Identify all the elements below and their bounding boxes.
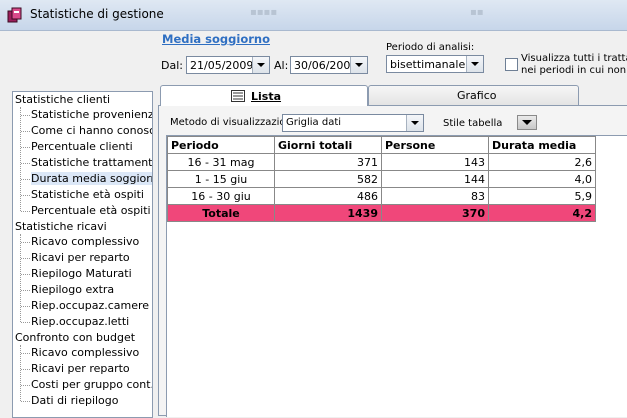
ghost-menu-icon: ▪▪▪▪ <box>250 7 278 18</box>
tree-item-riepilogo-extra[interactable]: Riepilogo extra <box>31 283 114 296</box>
cell-durata: 2,6 <box>488 153 596 171</box>
periodo-select[interactable]: bisettimanale <box>386 55 484 73</box>
table-row[interactable]: 16 - 30 giu 486 83 5,9 <box>167 187 596 205</box>
method-value: Griglia dati <box>286 117 342 128</box>
tree-line <box>21 131 30 132</box>
tree-item-provenienza[interactable]: Statistiche provenienza <box>31 108 152 121</box>
periodo-value: bisettimanale <box>390 58 466 71</box>
tree-group-budget[interactable]: Confronto con budget <box>15 331 135 344</box>
tree-item-dati-riepilogo[interactable]: Dati di riepilogo <box>31 394 119 407</box>
tree-line <box>21 179 30 180</box>
col-header-giorni[interactable]: Giorni totali <box>274 136 382 154</box>
chevron-down-icon[interactable] <box>252 57 269 73</box>
cell-periodo: 1 - 15 giu <box>167 170 275 188</box>
cell-giorni: 371 <box>274 153 382 171</box>
cell-durata: 4,0 <box>488 170 596 188</box>
tree-group-ricavi[interactable]: Statistiche ricavi <box>15 220 107 233</box>
cell-periodo: 16 - 31 mag <box>167 153 275 171</box>
tree-line <box>21 211 30 212</box>
list-icon <box>231 90 245 102</box>
data-grid: Periodo Giorni totali Persone Durata med… <box>166 135 627 417</box>
tree-line <box>21 290 30 291</box>
al-date-value: 30/06/2009 <box>294 59 358 72</box>
col-header-durata[interactable]: Durata media <box>488 136 596 154</box>
table-header-row: Periodo Giorni totali Persone Durata med… <box>167 136 596 154</box>
tree-line <box>21 258 30 259</box>
tree-line <box>21 322 30 323</box>
tab-grafico-label: Grafico <box>457 89 497 102</box>
tree-group-clienti[interactable]: Statistiche clienti <box>15 93 110 106</box>
table-row[interactable]: 16 - 31 mag 371 143 2,6 <box>167 153 596 171</box>
tab-grafico[interactable]: Grafico <box>368 85 579 105</box>
tree-line <box>21 306 30 307</box>
tree-line <box>21 147 30 148</box>
cell-durata: 5,9 <box>488 187 596 205</box>
tree-line <box>21 353 30 354</box>
results-table: Periodo Giorni totali Persone Durata med… <box>167 136 596 222</box>
method-select[interactable]: Griglia dati <box>282 114 424 132</box>
table-row[interactable]: 1 - 15 giu 582 144 4,0 <box>167 170 596 188</box>
tree-item-ricavi-reparto[interactable]: Ricavi per reparto <box>31 251 130 264</box>
tree-item-percentuale-clienti[interactable]: Percentuale clienti <box>31 140 133 153</box>
window-title: Statistiche di gestione <box>30 7 164 21</box>
tree-line <box>21 274 30 275</box>
stats-tree: Statistiche clienti Statistiche provenie… <box>12 91 153 418</box>
ghost-menu-icon: ▪▪ <box>470 7 484 18</box>
tree-item-trattamenti[interactable]: Statistiche trattamenti <box>31 156 152 169</box>
triangle-down-icon <box>522 120 532 125</box>
cell-persone: 143 <box>381 153 489 171</box>
chevron-down-icon[interactable] <box>466 56 483 72</box>
tree-item-percentuale-eta[interactable]: Percentuale età ospiti <box>31 204 151 217</box>
chevron-down-icon[interactable] <box>350 57 367 73</box>
cell-persone: 83 <box>381 187 489 205</box>
total-persone: 370 <box>381 204 489 222</box>
tree-item-eta-ospiti[interactable]: Statistiche età ospiti <box>31 188 144 201</box>
col-header-persone[interactable]: Persone <box>381 136 489 154</box>
tree-line <box>21 115 30 116</box>
total-row[interactable]: Totale 1439 370 4,2 <box>167 204 596 222</box>
total-giorni: 1439 <box>274 204 382 222</box>
tree-item-occupaz-letti[interactable]: Riep.occupaz.letti <box>31 315 129 328</box>
dal-date-value: 21/05/2009 <box>190 59 254 72</box>
periodo-label: Periodo di analisi: <box>386 42 475 53</box>
chevron-down-icon[interactable] <box>406 115 423 131</box>
tree-item-budget-reparto[interactable]: Ricavi per reparto <box>31 362 130 375</box>
tree-line <box>21 369 30 370</box>
al-label: Al: <box>274 59 289 72</box>
cell-periodo: 16 - 30 giu <box>167 187 275 205</box>
tree-item-conosciuto[interactable]: Come ci hanno conosciuto <box>31 124 152 137</box>
cell-giorni: 582 <box>274 170 382 188</box>
tree-line <box>21 195 30 196</box>
total-durata: 4,2 <box>488 204 596 222</box>
dal-label: Dal: <box>161 59 183 72</box>
show-all-label-line1: Visualizza tutti i trattament <box>521 53 627 64</box>
cell-persone: 144 <box>381 170 489 188</box>
tree-item-riepilogo-maturati[interactable]: Riepilogo Maturati <box>31 267 132 280</box>
title-bar: Statistiche di gestione ▪▪▪▪ ▪▪ <box>0 0 627 31</box>
tree-item-occupaz-camere[interactable]: Riep.occupaz.camere <box>31 299 149 312</box>
tab-lista-label: Lista <box>251 90 282 103</box>
dal-date-select[interactable]: 21/05/2009 <box>186 56 270 74</box>
col-header-periodo[interactable]: Periodo <box>167 136 275 154</box>
tree-item-ricavo-complessivo[interactable]: Ricavo complessivo <box>31 235 139 248</box>
section-title-link[interactable]: Media soggiorno <box>162 32 270 46</box>
tree-line <box>20 234 21 322</box>
style-dropdown-button[interactable] <box>517 115 537 130</box>
tree-item-budget-ricavo[interactable]: Ricavo complessivo <box>31 346 139 359</box>
tree-line <box>21 385 30 386</box>
tree-item-costi-gruppo[interactable]: Costi per gruppo cont. <box>31 378 152 391</box>
tab-lista[interactable]: Lista <box>160 85 368 106</box>
tree-line <box>21 401 30 402</box>
app-icon <box>7 7 22 23</box>
show-all-label-line2: nei periodi in cui non ci so <box>521 65 627 76</box>
al-date-select[interactable]: 30/06/2009 <box>290 56 368 74</box>
tree-item-durata-media[interactable]: Durata media soggiorno <box>31 172 152 185</box>
tree-line <box>21 163 30 164</box>
cell-giorni: 486 <box>274 187 382 205</box>
tree-line <box>21 242 30 243</box>
style-label: Stile tabella <box>443 118 503 129</box>
total-label: Totale <box>167 204 275 222</box>
show-all-checkbox[interactable] <box>505 58 518 71</box>
